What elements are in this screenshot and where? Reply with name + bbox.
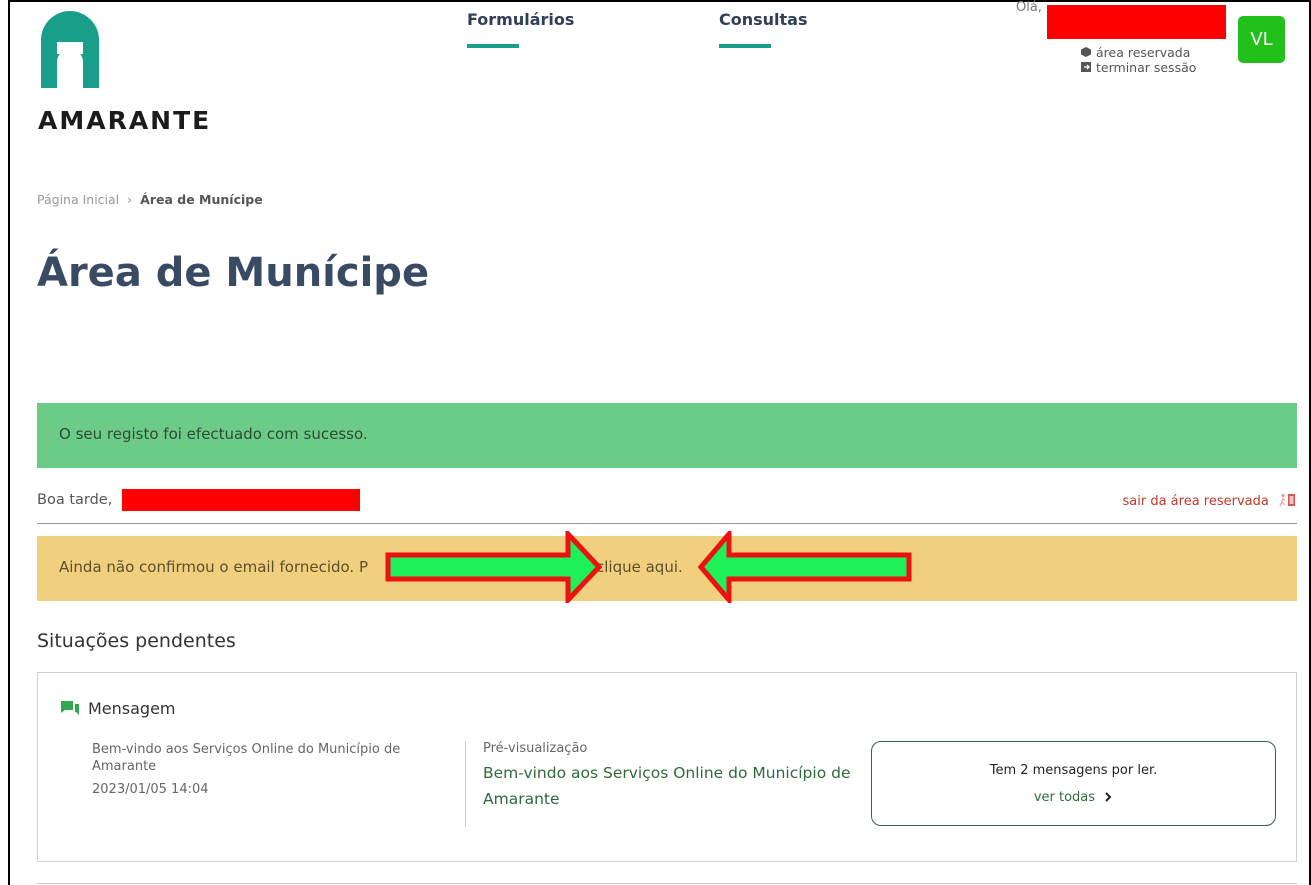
- email-warning-alert: Ainda não confirmou o email fornecido. P…: [37, 536, 1297, 601]
- logout-label: terminar sessão: [1096, 60, 1197, 75]
- right-arrow-annotation: [385, 531, 602, 603]
- nav-consultas[interactable]: Consultas: [719, 10, 808, 48]
- left-arrow-annotation: [698, 531, 912, 603]
- chat-icon: [61, 701, 79, 715]
- view-all-link[interactable]: ver todas: [872, 790, 1275, 805]
- breadcrumb-current: Área de Munícipe: [140, 192, 263, 207]
- logout-link[interactable]: terminar sessão: [1080, 60, 1196, 75]
- greeting-text: Boa tarde,: [37, 492, 113, 508]
- breadcrumb-home[interactable]: Página Inicial: [37, 192, 119, 207]
- chevron-right-icon: ›: [127, 192, 133, 207]
- message-date: 2023/01/05 14:04: [92, 782, 209, 797]
- user-links: área reservada terminar sessão: [1080, 45, 1196, 75]
- logo[interactable]: AMARANTE: [37, 10, 247, 135]
- reserved-area-link[interactable]: área reservada: [1080, 45, 1196, 60]
- success-message: O seu registo foi efectuado com sucesso.: [59, 425, 368, 443]
- brand-name: AMARANTE: [38, 106, 212, 135]
- exit-person-icon: [1279, 493, 1295, 507]
- message-subject: Bem-vindo aos Serviços Online do Municíp…: [92, 742, 401, 774]
- amarante-logo-icon: [41, 11, 99, 88]
- confirm-email-link[interactable]: clique aqui.: [596, 558, 683, 576]
- avatar[interactable]: VL: [1238, 16, 1285, 63]
- message-meta[interactable]: Bem-vindo aos Serviços Online do Municíp…: [92, 741, 452, 798]
- preview-label: Pré-visualização: [483, 741, 588, 756]
- avatar-initials: VL: [1250, 29, 1273, 50]
- exit-reserved-area-link[interactable]: sair da área reservada: [1123, 493, 1298, 509]
- nav-formularios[interactable]: Formulários: [467, 10, 575, 48]
- reserved-area-label: área reservada: [1096, 45, 1191, 60]
- pending-section-title: Situações pendentes: [37, 630, 236, 652]
- view-all-label: ver todas: [1033, 790, 1096, 805]
- preview-text[interactable]: Bem-vindo aos Serviços Online do Municíp…: [483, 760, 883, 812]
- hello-text: Olá,: [1016, 0, 1042, 15]
- message-preview: Pré-visualização Bem-vindo aos Serviços …: [483, 741, 883, 812]
- unread-messages-box: Tem 2 mensagens por ler. ver todas: [871, 741, 1276, 826]
- breadcrumb: Página Inicial › Área de Munícipe: [37, 192, 263, 207]
- warning-message: Ainda não confirmou o email fornecido. P: [59, 558, 369, 576]
- nav-consultas-label: Consultas: [719, 10, 808, 29]
- nav-underline: [719, 44, 771, 48]
- success-alert: O seu registo foi efectuado com sucesso.: [37, 403, 1297, 468]
- redacted-name: [122, 489, 360, 511]
- divider: [465, 741, 466, 827]
- divider: [37, 883, 1297, 884]
- nav-formularios-label: Formulários: [467, 10, 575, 29]
- chevron-right-icon: [1105, 792, 1112, 802]
- greeting-row: Boa tarde, sair da área reservada: [37, 488, 1297, 524]
- cube-icon: [1081, 47, 1091, 57]
- unread-count-text: Tem 2 mensagens por ler.: [989, 763, 1158, 778]
- page-title: Área de Munícipe: [37, 250, 430, 296]
- nav-underline: [467, 44, 519, 48]
- message-card-heading: Mensagem: [60, 699, 176, 718]
- message-card: Mensagem Bem-vindo aos Serviços Online d…: [37, 672, 1297, 862]
- exit-reserved-area-label: sair da área reservada: [1122, 494, 1269, 509]
- exit-icon: [1081, 62, 1091, 72]
- redacted-username: [1047, 5, 1226, 39]
- message-heading-label: Mensagem: [88, 699, 176, 718]
